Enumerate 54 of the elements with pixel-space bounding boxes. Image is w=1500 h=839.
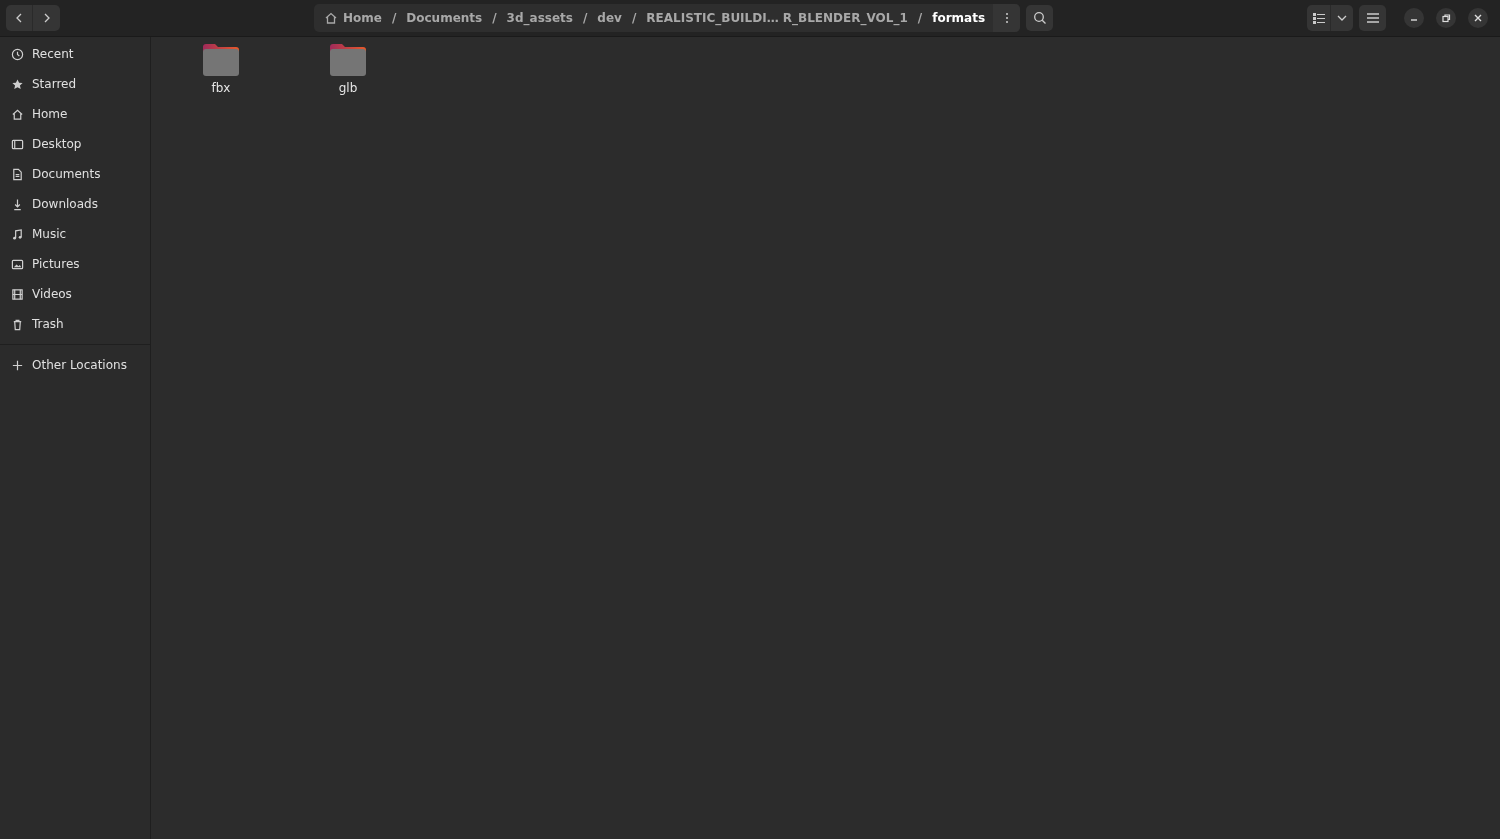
sidebar-item[interactable]: Music [0,219,150,249]
path-separator: / [917,11,923,25]
forward-button[interactable] [33,5,60,31]
folder-icon [329,43,367,77]
download-icon [11,197,24,211]
path-segment[interactable]: formats [930,11,988,25]
path-segment[interactable]: Documents [404,11,485,25]
list-view-button[interactable] [1307,5,1331,31]
path-segment[interactable]: 3d_assets [504,11,575,25]
document-icon [11,167,24,181]
caret-icon [1337,15,1347,21]
sidebar-item[interactable]: Documents [0,159,150,189]
sidebar-item[interactable]: Desktop [0,129,150,159]
search-button[interactable] [1026,5,1054,31]
home-icon [11,107,24,121]
trash-icon [11,317,24,331]
film-icon [11,287,24,301]
restore-icon [1441,13,1451,23]
close-button[interactable] [1468,8,1488,28]
path-segment[interactable]: REALISTIC_BUILDI… R_BLENDER_VOL_1 [644,11,910,25]
view-options-button[interactable] [1331,5,1353,31]
folder-item[interactable]: fbx [186,43,256,95]
sidebar-item[interactable]: Recent [0,39,150,69]
path-separator: / [391,11,397,25]
sidebar-item[interactable]: Home [0,99,150,129]
close-icon [1473,13,1483,23]
picture-icon [11,257,24,271]
vertical-dots-icon [1004,12,1009,24]
folder-item[interactable]: glb [313,43,383,95]
sidebar-item[interactable]: Videos [0,279,150,309]
sidebar-item[interactable]: Pictures [0,249,150,279]
path-separator: / [631,11,637,25]
folder-icon [202,43,240,77]
sidebar-item[interactable]: Other Locations [0,350,150,380]
path-separator: / [582,11,588,25]
clock-icon [11,47,24,61]
plus-icon [11,358,24,372]
star-icon [11,77,24,91]
back-button[interactable] [6,5,33,31]
search-icon [1032,11,1047,25]
minimize-button[interactable] [1404,8,1424,28]
list-icon [1312,12,1325,24]
sidebar-item[interactable]: Starred [0,69,150,99]
sidebar-item[interactable]: Trash [0,309,150,339]
desktop-icon [11,137,24,151]
menu-icon [1366,13,1379,23]
path-segment[interactable]: dev [595,11,624,25]
music-note-icon [11,227,24,241]
path-separator: / [492,11,497,25]
menu-button[interactable] [1359,5,1386,31]
sidebar-item[interactable]: Downloads [0,189,150,219]
home-icon [323,11,338,25]
restore-button[interactable] [1436,8,1456,28]
path-segment[interactable]: Home [321,11,384,25]
